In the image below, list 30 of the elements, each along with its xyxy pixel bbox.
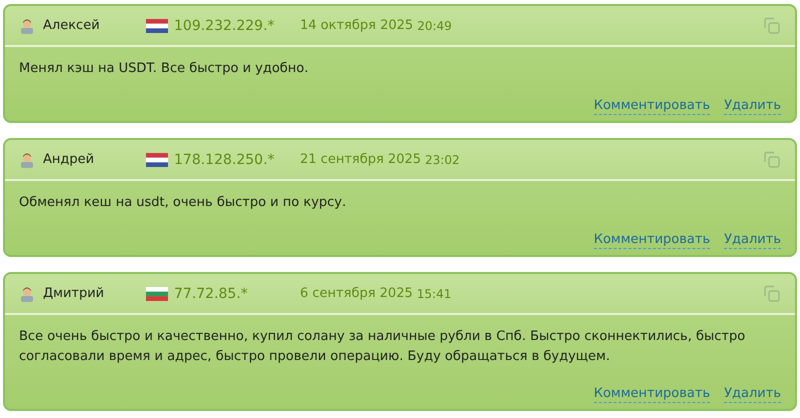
comment-link[interactable]: Комментировать <box>594 97 710 115</box>
author-name: Дмитрий <box>43 286 106 301</box>
ip-address: 77.72.85.* <box>174 286 249 302</box>
author-name: Алексей <box>43 18 101 33</box>
review-time: 15:41 <box>416 286 452 300</box>
flag-icon <box>146 18 168 32</box>
review-text: Обменял кеш на usdt, очень быстро и по курсу. <box>19 194 348 212</box>
flag-icon <box>146 152 168 166</box>
comment-link[interactable]: Комментировать <box>594 231 710 249</box>
review-time: 23:02 <box>425 152 460 166</box>
review-text: Менял кэш на USDT. Все быстро и удобно. <box>19 60 310 78</box>
author-name: Андрей <box>43 152 96 167</box>
ip-address: 178.128.250.* <box>174 152 276 168</box>
user-icon <box>19 286 35 302</box>
review-date: 21 сентября 2025 <box>300 152 422 167</box>
user-icon <box>19 18 35 34</box>
ip-address: 109.232.229.* <box>174 18 276 34</box>
copy-icon[interactable] <box>763 284 781 302</box>
user-icon <box>19 152 35 168</box>
delete-link[interactable]: Удалить <box>724 231 781 249</box>
review-text: Все очень быстро и качественно, купил солану за наличные рубли в Спб. Быстро сконнектились, быстро согласовали время и адрес, быстро провели операцию. Буду обращаться в будущем. <box>19 328 746 366</box>
flag-icon <box>146 286 168 300</box>
copy-icon[interactable] <box>763 150 781 168</box>
review-time: 20:49 <box>417 18 452 32</box>
delete-link[interactable]: Удалить <box>724 97 781 115</box>
delete-link[interactable]: Удалить <box>724 385 781 403</box>
comment-link[interactable]: Комментировать <box>594 385 710 403</box>
review-date: 14 октября 2025 <box>300 18 414 33</box>
review-date: 6 сентября 2025 <box>300 286 413 301</box>
copy-icon[interactable] <box>763 16 781 34</box>
